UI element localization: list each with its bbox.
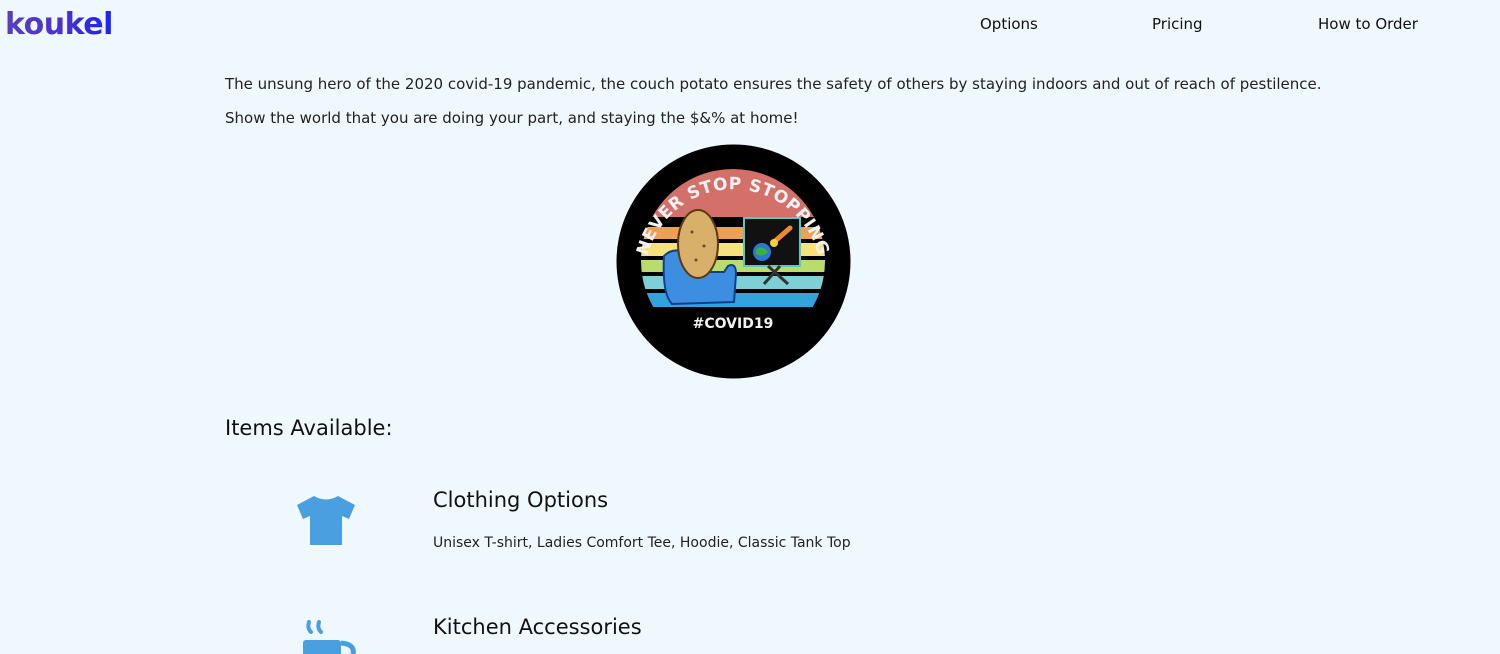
intro-paragraph-1: The unsung hero of the 2020 covid-19 pan… (225, 75, 1322, 93)
badge-bottom-text: #COVID19 (693, 316, 774, 332)
item-title-kitchen: Kitchen Accessories (433, 615, 642, 639)
items-section-title: Items Available: (225, 416, 393, 440)
item-title-clothing: Clothing Options (433, 488, 609, 512)
tshirt-icon (297, 496, 355, 545)
mug-icon (303, 620, 356, 654)
couch-potato-badge-image: NEVER STOP STOPPING #COVID19 (616, 144, 851, 379)
intro-paragraph-2: Show the world that you are doing your p… (225, 109, 799, 127)
site-logo[interactable]: koukel (5, 6, 113, 44)
nav-link-how-to-order[interactable]: How to Order (1318, 14, 1418, 34)
nav-link-pricing[interactable]: Pricing (1152, 14, 1203, 34)
item-desc-clothing: Unisex T-shirt, Ladies Comfort Tee, Hood… (433, 535, 851, 551)
nav-link-options[interactable]: Options (980, 14, 1038, 34)
